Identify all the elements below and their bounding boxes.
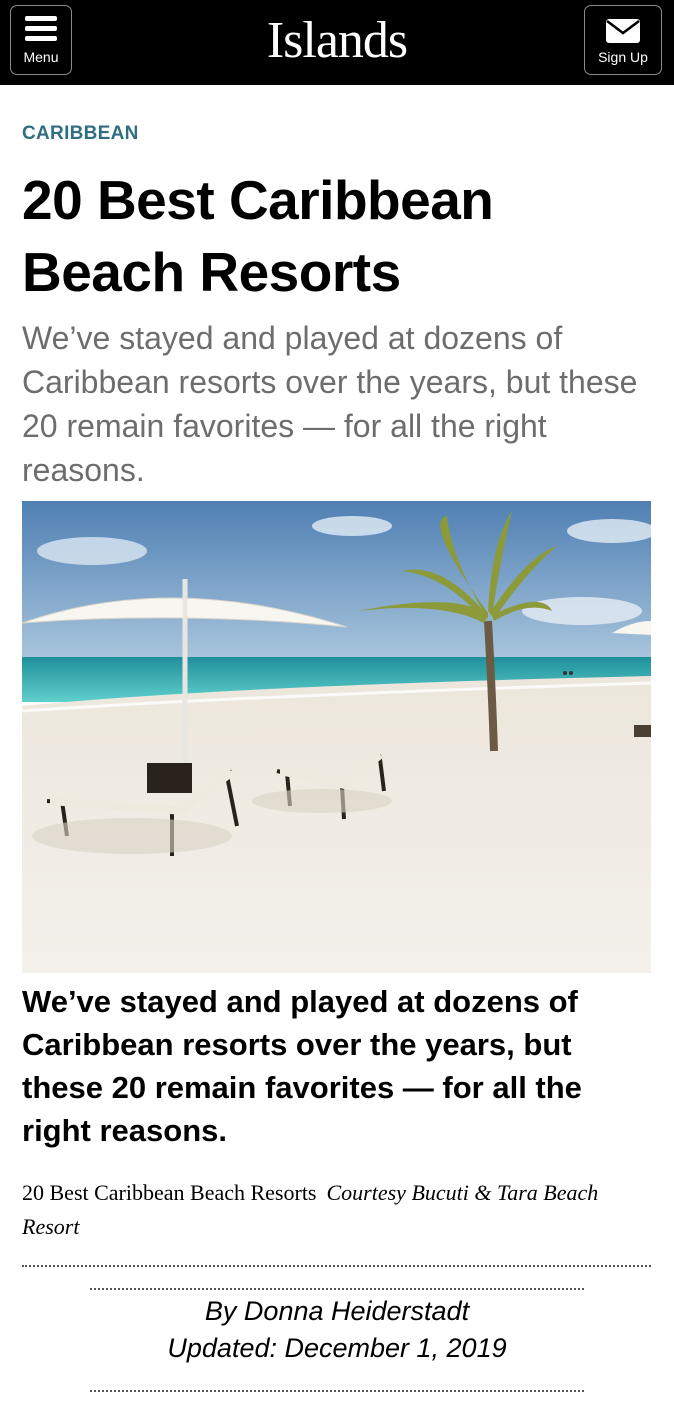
image-caption: We’ve stayed and played at dozens of Car…	[22, 984, 582, 1148]
hero-image	[22, 501, 651, 973]
image-title: 20 Best Caribbean Beach Resorts	[22, 1180, 317, 1205]
article-dek: We’ve stayed and played at dozens of Car…	[22, 320, 638, 488]
site-header: Menu Islands Sign Up	[0, 0, 674, 85]
category-link[interactable]: CARIBBEAN	[22, 123, 139, 145]
signup-button[interactable]: Sign Up	[584, 5, 662, 75]
site-logo[interactable]: Islands	[0, 10, 674, 72]
signup-label: Sign Up	[598, 49, 648, 65]
updated-date: Updated: December 1, 2019	[167, 1333, 507, 1363]
byline-top-divider	[90, 1288, 584, 1290]
article-title: 20 Best Caribbean Beach Resorts	[22, 169, 494, 303]
image-credit-line: 20 Best Caribbean Beach Resorts Courtesy …	[22, 1176, 652, 1244]
divider	[22, 1265, 651, 1267]
author-byline[interactable]: By Donna Heiderstadt	[0, 1296, 674, 1327]
envelope-icon	[606, 19, 640, 43]
byline-bottom-divider	[90, 1390, 584, 1392]
